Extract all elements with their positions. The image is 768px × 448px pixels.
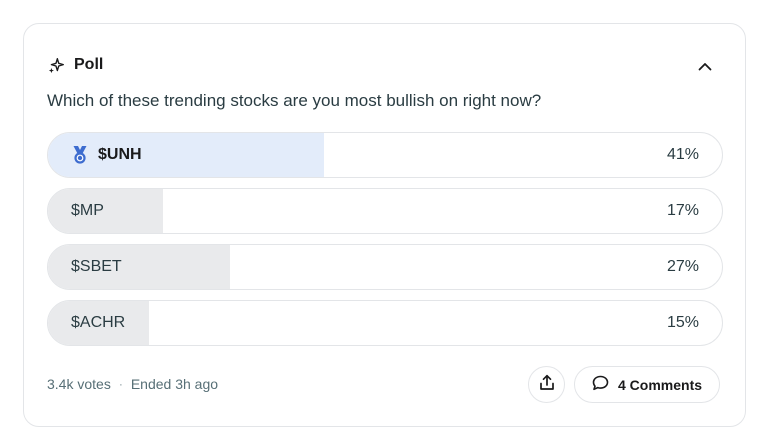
poll-options: $UNH 41% $MP 17% $SBET 27% $ACHR 15% (47, 132, 723, 356)
poll-meta: 3.4k votes · Ended 3h ago (47, 376, 218, 392)
poll-option-mp[interactable]: $MP 17% (47, 188, 723, 234)
poll-option-label-group: $UNH (71, 133, 142, 177)
poll-option-percent: 15% (666, 314, 699, 331)
vote-count: 3.4k votes (47, 376, 111, 392)
poll-option-label: $SBET (71, 258, 122, 275)
poll-option-label: $ACHR (71, 314, 126, 331)
medal-icon (71, 145, 89, 165)
comments-button[interactable]: 4 Comments (574, 366, 721, 403)
poll-option-label: $UNH (98, 146, 142, 163)
meta-separator: · (118, 377, 123, 391)
poll-option-label: $MP (71, 202, 104, 219)
poll-title: Poll (74, 56, 104, 73)
poll-status: Ended 3h ago (130, 376, 219, 392)
share-icon (539, 374, 555, 396)
share-button[interactable] (528, 366, 565, 403)
poll-option-label-group: $SBET (71, 245, 122, 289)
poll-option-sbet[interactable]: $SBET 27% (47, 244, 723, 290)
poll-option-percent: 41% (666, 146, 699, 163)
poll-option-label-group: $ACHR (71, 301, 125, 345)
poll-option-percent: 27% (666, 258, 699, 275)
poll-option-label-group: $MP (71, 189, 104, 233)
poll-question: Which of these trending stocks are you m… (47, 91, 542, 110)
poll-card: Poll Which of these trending stocks are … (23, 23, 746, 427)
sparkle-icon (48, 57, 65, 74)
poll-option-bar (48, 189, 163, 233)
comments-label: 4 Comments (618, 376, 703, 393)
poll-option-achr[interactable]: $ACHR 15% (47, 300, 723, 346)
poll-option-unh[interactable]: $UNH 41% (47, 132, 723, 178)
collapse-button[interactable] (695, 57, 715, 77)
chevron-up-icon (698, 58, 712, 76)
comment-icon (592, 375, 609, 394)
poll-header: Poll (48, 56, 103, 74)
poll-option-percent: 17% (666, 202, 699, 219)
